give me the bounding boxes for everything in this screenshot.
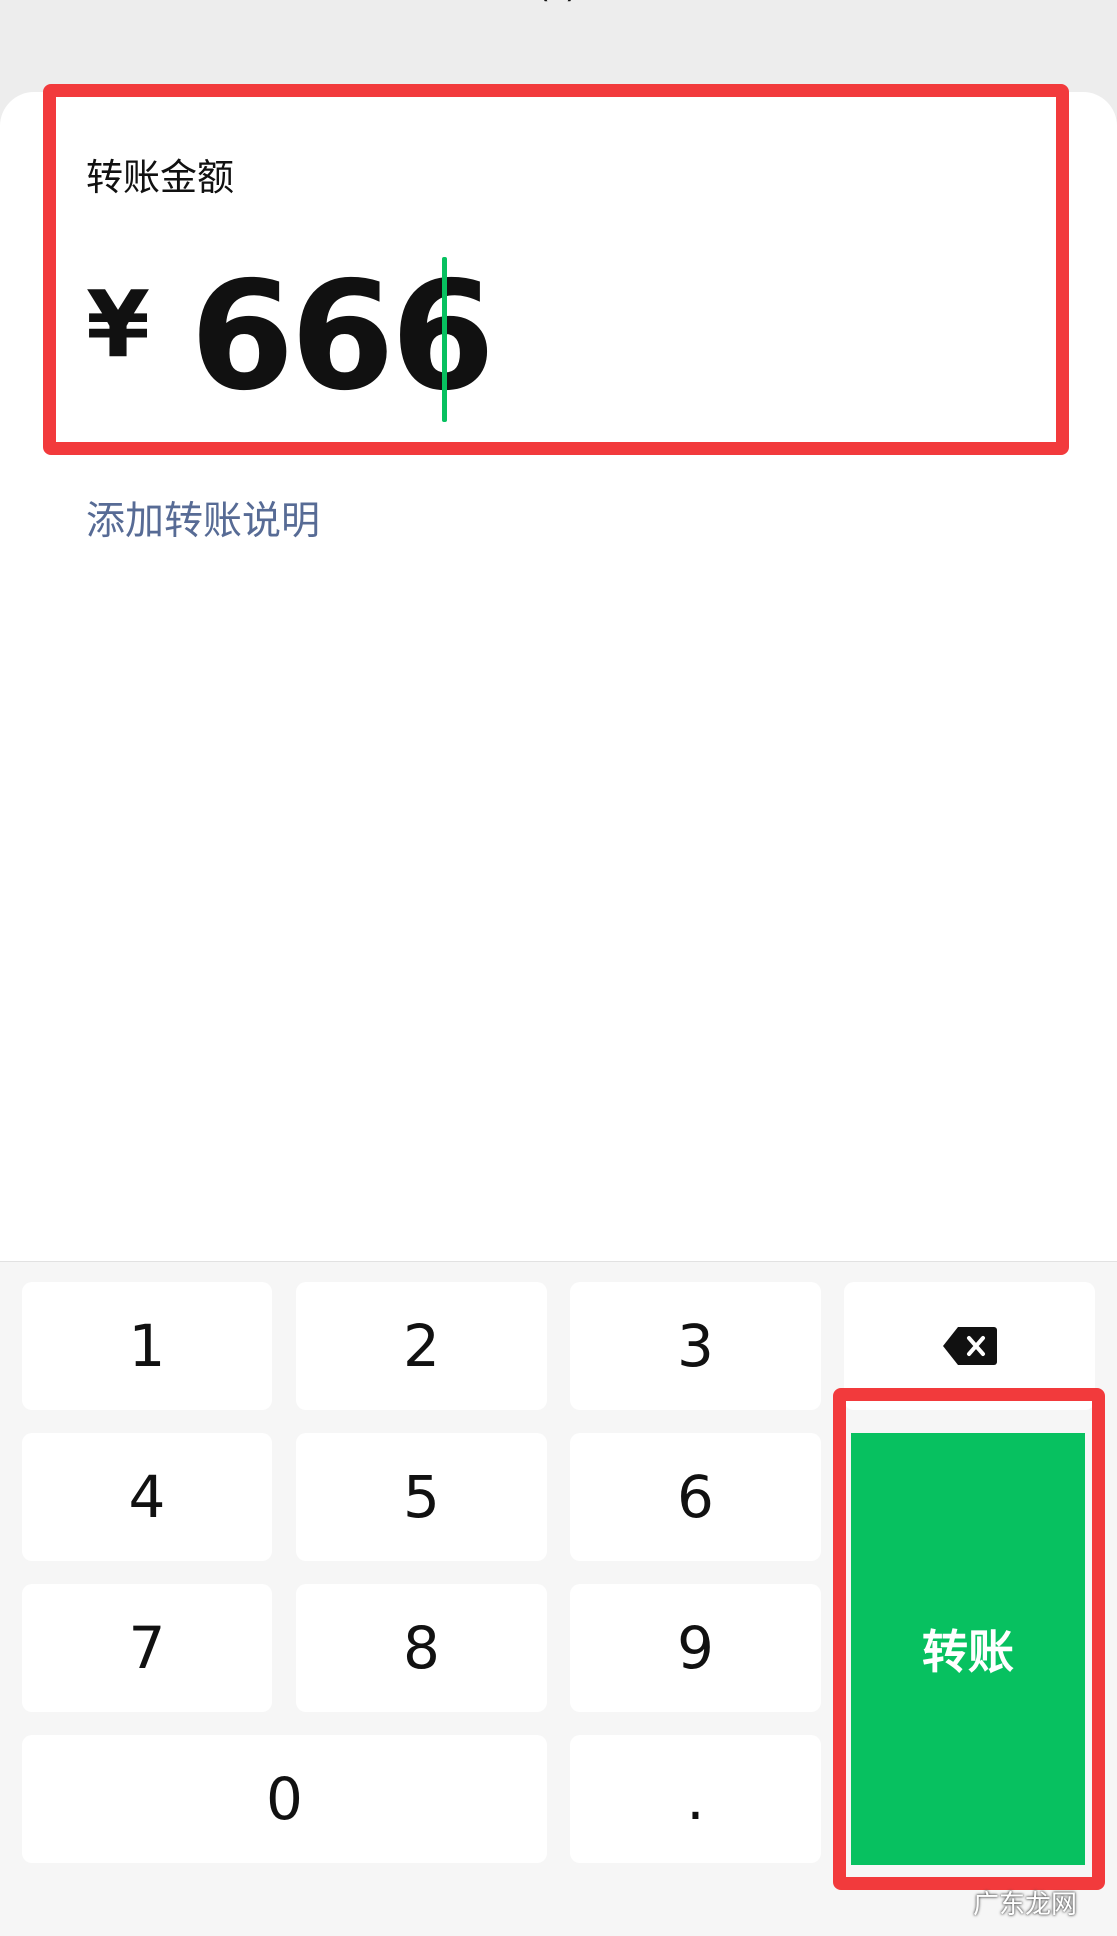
backspace-button[interactable]: [844, 1282, 1095, 1410]
key-5[interactable]: 5: [296, 1433, 547, 1561]
key-4[interactable]: 4: [22, 1433, 272, 1561]
key-2[interactable]: 2: [296, 1282, 547, 1410]
transfer-button-label: 转账: [922, 1625, 1014, 1679]
key-3[interactable]: 3: [570, 1282, 821, 1410]
key-6[interactable]: 6: [570, 1433, 821, 1561]
header-title-fragment: ( ): [0, 0, 1117, 12]
text-caret: [442, 257, 447, 422]
key-decimal[interactable]: .: [570, 1735, 821, 1863]
currency-symbol: ¥: [86, 271, 151, 378]
key-7[interactable]: 7: [22, 1584, 272, 1712]
transfer-card: [0, 92, 1117, 1262]
key-8[interactable]: 8: [296, 1584, 547, 1712]
key-9[interactable]: 9: [570, 1584, 821, 1712]
key-0[interactable]: 0: [22, 1735, 547, 1863]
amount-label: 转账金额: [86, 156, 234, 199]
add-note-link[interactable]: 添加转账说明: [86, 498, 320, 546]
backspace-icon: [942, 1327, 997, 1365]
watermark: 广东龙网: [972, 1890, 1077, 1920]
transfer-button[interactable]: 转账: [851, 1433, 1085, 1865]
key-1[interactable]: 1: [22, 1282, 272, 1410]
